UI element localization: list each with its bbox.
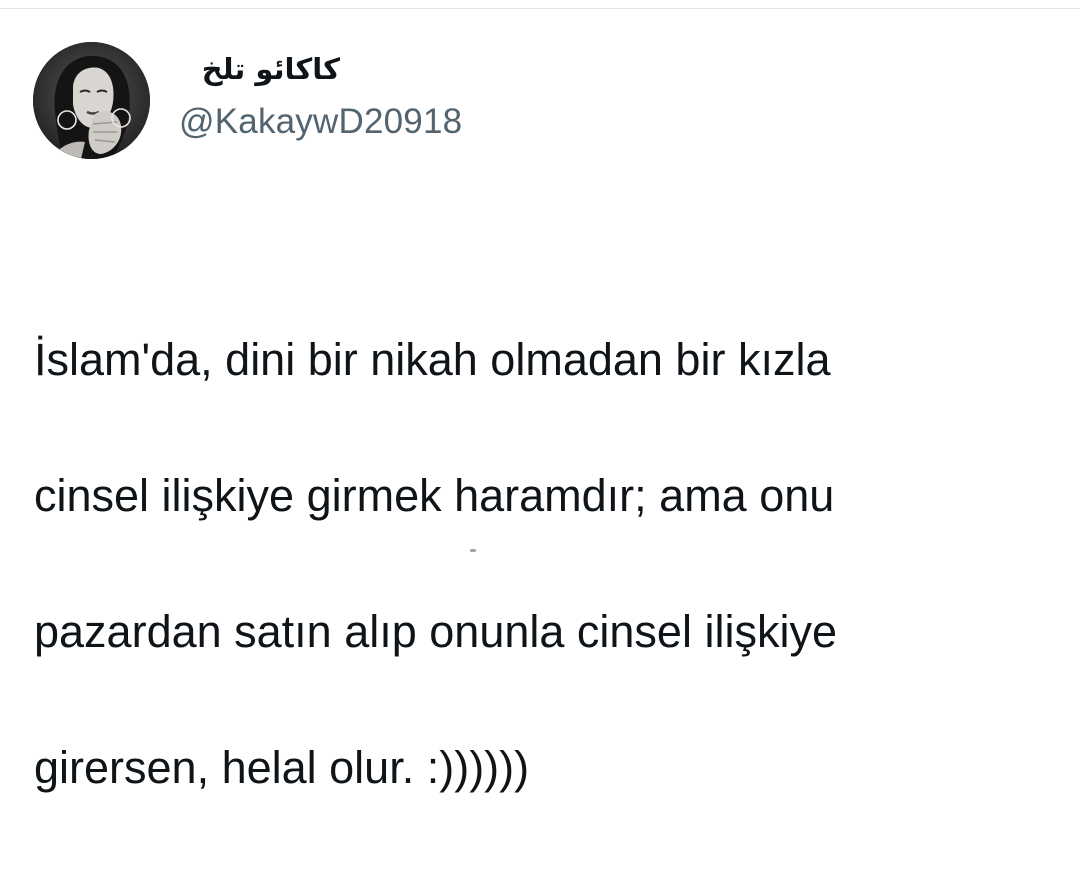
- cut-off-glyph: [470, 549, 476, 552]
- avatar[interactable]: [33, 42, 150, 159]
- tweet-text-line: girersen, helal olur. :)))))): [34, 742, 530, 793]
- tweet-text-line: pazardan satın alıp onunla cinsel ilişki…: [34, 606, 837, 657]
- tweet-text-line: cinsel ilişkiye girmek haramdır; ama onu: [34, 470, 835, 521]
- user-handle[interactable]: @KakaywD20918: [179, 102, 462, 142]
- display-name[interactable]: کاکائو تلخ: [180, 50, 340, 88]
- top-divider: [0, 0, 1080, 9]
- avatar-photo-icon: [33, 42, 150, 159]
- tweet-text-line: İslam'da, dini bir nikah olmadan bir kız…: [34, 334, 831, 385]
- tweet-text: İslam'da, dini bir nikah olmadan bir kız…: [34, 258, 1054, 870]
